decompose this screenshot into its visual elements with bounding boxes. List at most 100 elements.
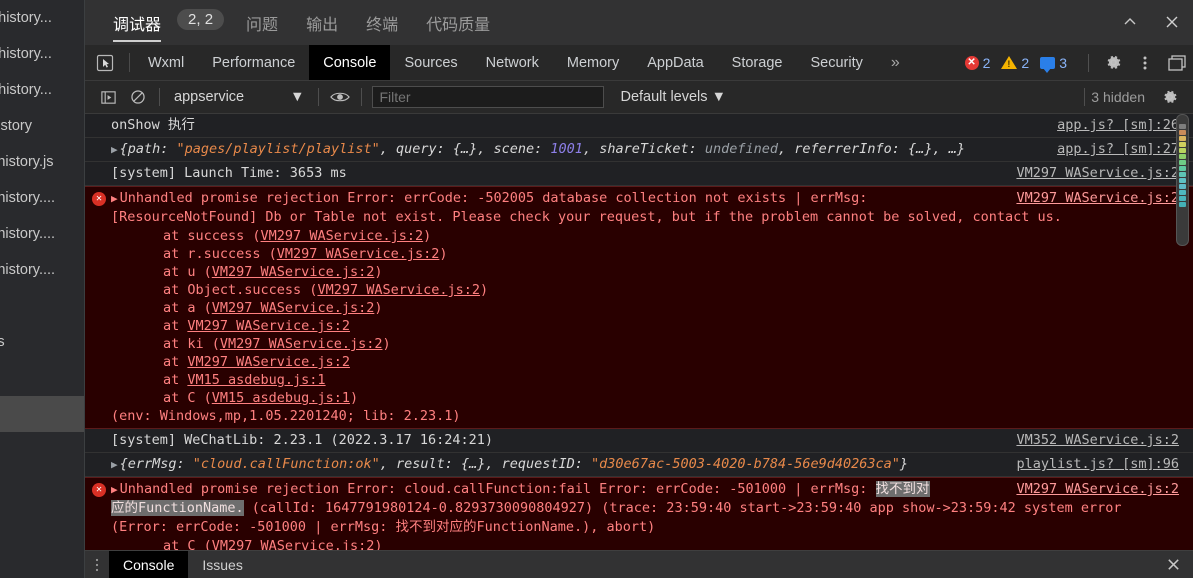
sidebar-file-label: e.js	[0, 324, 84, 360]
console-log-row[interactable]: [system] WeChatLib: 2.23.1 (2022.3.17 16…	[85, 429, 1193, 453]
clear-console-icon[interactable]	[93, 84, 123, 110]
divider	[361, 88, 363, 106]
stack-frame-link[interactable]: VM297 WAService.js:2	[212, 264, 375, 280]
inspect-cursor-icon[interactable]	[85, 45, 125, 80]
source-link[interactable]: VM297 WAService.js:2	[1016, 480, 1179, 499]
minimap-bar	[1179, 166, 1186, 171]
tab-label: Performance	[212, 54, 296, 71]
tab-storage[interactable]: Storage	[718, 45, 797, 80]
log-message: [system] WeChatLib: 2.23.1 (2022.3.17 16…	[111, 432, 494, 448]
console-error-row[interactable]: ✕ VM297 WAService.js:2 ▶ Unhandled promise …	[85, 186, 1193, 429]
expand-arrow-icon[interactable]: ▶	[111, 192, 118, 205]
source-link[interactable]: VM352 WAService.js:2	[1016, 431, 1179, 450]
sidebar-file-item[interactable]: ayhistory....	[0, 252, 84, 288]
sidebar-file-item[interactable]: ayhistory....	[0, 180, 84, 216]
window-tab-terminal[interactable]: 终端	[352, 11, 412, 45]
tab-memory[interactable]: Memory	[553, 45, 633, 80]
source-link[interactable]: app.js? [sm]:26	[1057, 116, 1179, 135]
stack-frame-link[interactable]: VM297 WAService.js:2	[187, 318, 350, 334]
console-context-selector[interactable]: appservice ▼	[166, 89, 312, 105]
error-icon: ✕	[964, 55, 979, 70]
console-object-row[interactable]: ▶ {errMsg: "cloud.callFunction:ok", resul…	[85, 453, 1193, 477]
tab-console[interactable]: Console	[309, 45, 391, 80]
tab-label: Network	[485, 54, 539, 71]
sidebar-file-item[interactable]	[0, 288, 84, 324]
object-fragment: 1001	[550, 141, 583, 157]
window-tab-code-quality[interactable]: 代码质量	[412, 11, 504, 45]
stack-frame-link[interactable]: VM297 WAService.js:2	[212, 538, 375, 550]
stack-frame-link[interactable]: VM297 WAService.js:2	[212, 300, 375, 316]
issue-counts[interactable]: ✕ 2 2 3	[964, 45, 1080, 80]
expand-arrow-icon[interactable]: ▶	[111, 483, 118, 496]
drag-handle-icon[interactable]	[85, 551, 109, 578]
expand-arrow-icon[interactable]: ▶	[111, 143, 118, 156]
console-log-row[interactable]: onShow 执行 app.js? [sm]:26	[85, 114, 1193, 138]
chevron-up-icon[interactable]	[1109, 1, 1151, 43]
source-link[interactable]: playlist.js? [sm]:96	[1016, 455, 1179, 474]
window-tab-debugger[interactable]: 调试器	[99, 11, 175, 45]
drawer-tab-issues[interactable]: Issues	[188, 551, 256, 578]
tab-label: Storage	[731, 54, 783, 71]
gear-icon[interactable]	[1097, 45, 1129, 80]
bottom-drawer: Console Issues	[85, 550, 1193, 578]
source-link[interactable]: VM297 WAService.js:2	[1016, 164, 1179, 183]
sidebar-file-item[interactable]: e.js	[0, 324, 84, 360]
window-tab-problems[interactable]: 问题	[232, 11, 292, 45]
sidebar-file-item[interactable]	[0, 432, 84, 468]
sidebar-file-item[interactable]: yhistory	[0, 108, 84, 144]
tab-performance[interactable]: Performance	[198, 45, 309, 80]
source-link[interactable]: VM297 WAService.js:2	[1016, 189, 1179, 208]
more-vertical-icon[interactable]	[1129, 45, 1161, 80]
sidebar-file-item[interactable]: oghistory...	[0, 36, 84, 72]
source-link[interactable]: app.js? [sm]:27	[1057, 140, 1179, 159]
selected-text: 找不到对	[875, 481, 930, 497]
stack-frame-link[interactable]: VM15 asdebug.js:1	[212, 390, 350, 406]
tab-appdata[interactable]: AppData	[633, 45, 717, 80]
drawer-tab-console[interactable]: Console	[109, 551, 189, 578]
sidebar-file-item[interactable]: oghistory...	[0, 0, 84, 36]
expand-arrow-icon[interactable]: ▶	[111, 458, 118, 471]
minimap-bar	[1179, 124, 1186, 129]
tab-wxml[interactable]: Wxml	[134, 45, 198, 80]
stack-frame: at C (VM15 asdebug.js:1)	[163, 390, 359, 406]
stack-frame-link[interactable]: VM297 WAService.js:2	[277, 246, 440, 262]
dock-panel-icon[interactable]	[1161, 45, 1193, 80]
sidebar-file-item[interactable]: s	[0, 468, 84, 504]
console-settings-gear-icon[interactable]	[1155, 84, 1185, 110]
sidebar-file-item[interactable]: ayhistory.js	[0, 144, 84, 180]
console-error-row[interactable]: ✕ VM297 WAService.js:2 ▶ Unhandled promise …	[85, 477, 1193, 550]
stack-frame-link[interactable]: VM297 WAService.js:2	[187, 354, 350, 370]
file-explorer-sidebar[interactable]: oghistory... oghistory... oghistory... yhis…	[0, 0, 85, 578]
devtools-window: oghistory... oghistory... oghistory... yhis…	[0, 0, 1193, 578]
sidebar-file-item[interactable]: n	[0, 504, 84, 540]
more-tabs-icon[interactable]: »	[877, 45, 914, 80]
stack-frame-link[interactable]: VM297 WAService.js:2	[261, 228, 424, 244]
filter-input[interactable]	[372, 86, 605, 108]
sidebar-file-item[interactable]	[0, 396, 84, 432]
main-panel: 调试器 2, 2 问题 输出 终端 代码质量 Wxml Performance …	[85, 0, 1193, 578]
log-message: onShow 执行	[111, 117, 195, 133]
log-levels-selector[interactable]: Default levels ▼	[620, 89, 725, 105]
close-icon[interactable]	[1151, 1, 1193, 43]
console-log-row[interactable]: [system] Launch Time: 3653 ms VM297 WASer…	[85, 162, 1193, 186]
error-icon: ✕	[92, 483, 106, 497]
tab-network[interactable]: Network	[472, 45, 553, 80]
stack-frame-link[interactable]: VM15 asdebug.js:1	[187, 372, 325, 388]
eye-icon[interactable]	[325, 84, 355, 110]
sidebar-file-item[interactable]	[0, 540, 84, 576]
close-icon[interactable]	[1153, 551, 1193, 578]
window-tab-output[interactable]: 输出	[292, 11, 352, 45]
stack-frame-link[interactable]: VM297 WAService.js:2	[317, 282, 480, 298]
console-object-row[interactable]: ▶ {path: "pages/playlist/playlist", query…	[85, 138, 1193, 162]
no-entry-icon[interactable]	[123, 84, 153, 110]
sidebar-file-item[interactable]: oghistory...	[0, 72, 84, 108]
tab-security[interactable]: Security	[796, 45, 876, 80]
sidebar-file-item[interactable]: ayhistory....	[0, 216, 84, 252]
console-context-value: appservice	[174, 89, 245, 105]
error-detail-text: (Error: errCode: -501000 | errMsg: 找不到对应…	[111, 519, 656, 535]
stack-frame-link[interactable]: VM297 WAService.js:2	[220, 336, 383, 352]
tab-sources[interactable]: Sources	[390, 45, 471, 80]
sidebar-file-item[interactable]	[0, 360, 84, 396]
console-scrollbar-minimap[interactable]	[1176, 114, 1189, 246]
console-log-area[interactable]: onShow 执行 app.js? [sm]:26 ▶ {path: "pages/p…	[85, 114, 1193, 550]
